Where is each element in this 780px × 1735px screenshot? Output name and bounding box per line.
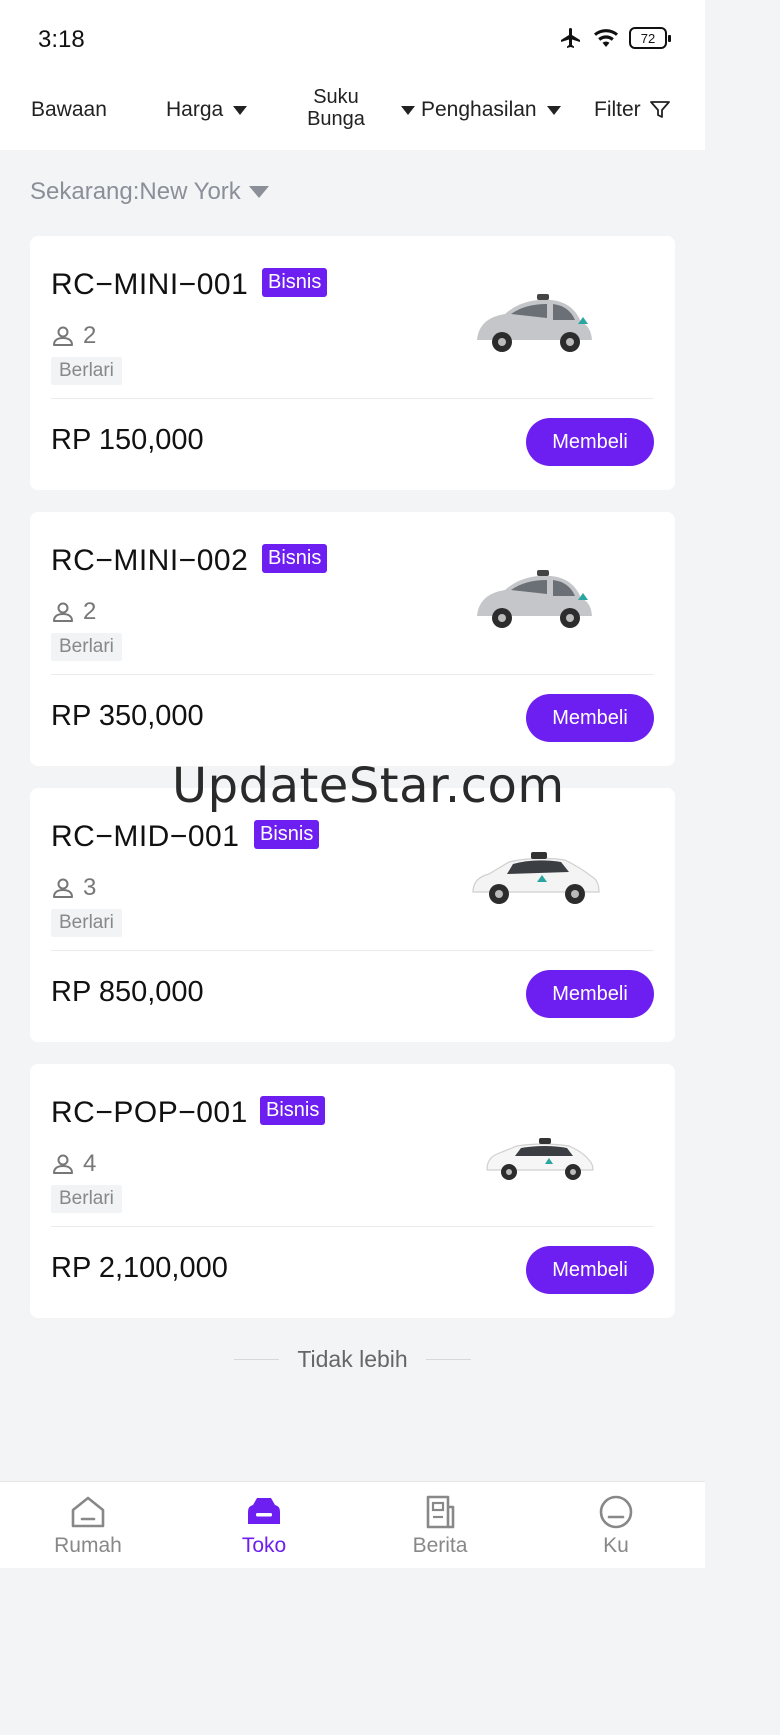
filter-button[interactable]: Filter [594, 98, 671, 122]
person-icon [53, 1154, 73, 1174]
filter-suku-label-2: Bunga [307, 108, 365, 130]
product-name: RC−MINI−002 [51, 544, 249, 577]
wifi-icon [594, 29, 618, 47]
seat-count: 3 [51, 874, 96, 902]
bottom-nav: Rumah Toko Berita Ku [0, 1481, 705, 1568]
category-badge: Bisnis [260, 1096, 326, 1125]
caret-down-icon [401, 105, 415, 115]
seat-count: 2 [51, 322, 96, 350]
buy-button[interactable]: Membeli [526, 418, 654, 466]
filter-harga-label: Harga [166, 98, 224, 121]
tab-rumah[interactable]: Rumah [28, 1492, 148, 1558]
status-bar: 3:18 72 [0, 0, 705, 78]
small-car-icon [477, 294, 592, 352]
buy-button[interactable]: Membeli [526, 694, 654, 742]
suv-icon [472, 852, 600, 904]
home-icon [71, 1496, 105, 1528]
category-badge: Bisnis [262, 268, 328, 297]
end-divider-left [234, 1359, 280, 1360]
buy-button[interactable]: Membeli [526, 1246, 654, 1294]
filter-penghasilan[interactable]: Penghasilan [401, 98, 561, 122]
product-card[interactable]: RC−MID−001 Bisnis 3 Berlari RP 850,000 M… [30, 788, 675, 1042]
product-name: RC−POP−001 [51, 1096, 248, 1129]
status-tag: Berlari [51, 1185, 122, 1213]
caret-down-icon [233, 105, 248, 115]
filter-label: Filter [594, 98, 641, 121]
status-tag: Berlari [51, 633, 122, 661]
news-icon [426, 1495, 455, 1529]
product-card[interactable]: RC−MINI−001 Bisnis 2 Berlari RP 150,000 … [30, 236, 675, 490]
funnel-icon [649, 101, 670, 118]
end-divider-right [425, 1359, 471, 1360]
product-name: RC−MINI−001 [51, 268, 249, 301]
product-card[interactable]: RC−POP−001 Bisnis 4 Berlari RP 2,100,000… [30, 1064, 675, 1318]
seat-count-value: 4 [83, 1150, 97, 1177]
seat-count-value: 2 [83, 322, 97, 349]
status-tag: Berlari [51, 909, 122, 937]
app-screen: 3:18 72 Bawaan Harga Suku Bunga Penghasi… [0, 0, 705, 1568]
minivan-icon [486, 1138, 594, 1180]
status-icons: 72 [559, 26, 671, 50]
profile-icon [599, 1495, 633, 1529]
tab-rumah-label: Rumah [54, 1534, 122, 1557]
car-icon [248, 1498, 280, 1524]
person-icon [53, 326, 73, 346]
filter-suku-bunga[interactable]: Suku Bunga [305, 86, 367, 130]
product-price: RP 350,000 [51, 700, 204, 732]
card-divider [51, 398, 654, 399]
product-name: RC−MID−001 [51, 820, 240, 853]
location-selector[interactable]: Sekarang:New York [30, 178, 269, 206]
tab-toko-label: Toko [241, 1534, 287, 1557]
tab-toko[interactable]: Toko [204, 1492, 324, 1558]
battery-level: 72 [640, 30, 656, 46]
card-divider [51, 950, 654, 951]
product-price: RP 150,000 [51, 424, 204, 456]
category-badge: Bisnis [254, 820, 320, 849]
tab-berita[interactable]: Berita [380, 1492, 500, 1558]
filter-bawaan-label: Bawaan [31, 98, 107, 121]
end-of-list: Tidak lebih [230, 1346, 475, 1373]
product-price: RP 850,000 [51, 976, 204, 1008]
small-car-icon [477, 570, 592, 628]
seat-count: 4 [51, 1150, 96, 1178]
category-badge: Bisnis [262, 544, 328, 573]
tab-ku-label: Ku [603, 1534, 629, 1557]
airplane-icon [561, 28, 580, 48]
status-time: 3:18 [38, 26, 85, 53]
product-price: RP 2,100,000 [51, 1252, 228, 1284]
filter-suku-label-1: Suku [313, 86, 359, 108]
filter-penghasilan-label: Penghasilan [421, 98, 537, 121]
card-divider [51, 1226, 654, 1227]
product-card[interactable]: RC−MINI−002 Bisnis 2 Berlari RP 350,000 … [30, 512, 675, 766]
seat-count-value: 2 [83, 598, 97, 625]
caret-down-icon [248, 186, 269, 198]
filter-bar: Bawaan Harga Suku Bunga Penghasilan Filt… [0, 78, 705, 150]
seat-count-value: 3 [83, 874, 97, 901]
watermark-text: UpdateStar.com [172, 758, 565, 814]
tab-berita-label: Berita [412, 1534, 468, 1557]
filter-bawaan[interactable]: Bawaan [31, 98, 107, 122]
filter-harga[interactable]: Harga [166, 98, 248, 122]
seat-count: 2 [51, 598, 96, 626]
person-icon [53, 602, 73, 622]
person-icon [53, 878, 73, 898]
card-divider [51, 674, 654, 675]
tab-ku[interactable]: Ku [556, 1492, 676, 1558]
buy-button[interactable]: Membeli [526, 970, 654, 1018]
location-label: Sekarang:New York [30, 178, 241, 205]
battery-icon: 72 [629, 27, 671, 49]
caret-down-icon [546, 105, 561, 115]
status-tag: Berlari [51, 357, 122, 385]
end-of-list-text: Tidak lebih [297, 1346, 408, 1372]
